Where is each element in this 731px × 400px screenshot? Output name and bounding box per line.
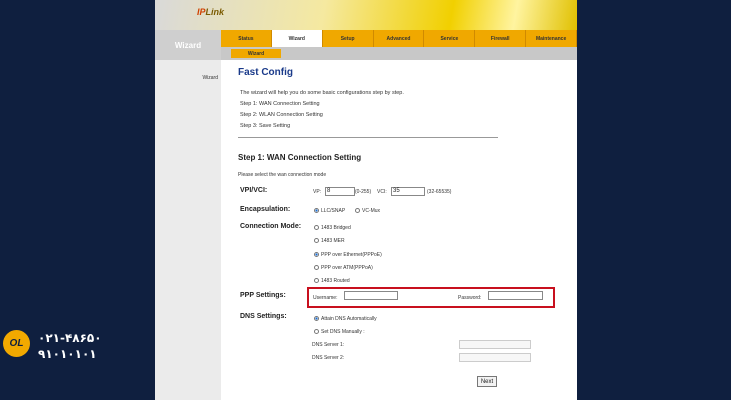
logo-text: Link [205, 7, 225, 17]
mode-mer-radio[interactable] [314, 238, 319, 243]
mode-routed-radio[interactable] [314, 278, 319, 283]
select-text: Please select the wan connection mode [238, 172, 327, 178]
company-logo: OL [3, 330, 30, 357]
phone-number-1: ۰۲۱-۴۸۶۵۰ [38, 331, 102, 345]
next-button[interactable]: Next [477, 376, 497, 387]
tab-setup[interactable]: Setup [323, 30, 374, 47]
intro-step1: Step 1: WAN Connection Setting [240, 101, 320, 107]
subtab-wizard[interactable]: Wizard [231, 49, 281, 58]
mode-bridged-radio[interactable] [314, 225, 319, 230]
tab-status[interactable]: Status [221, 30, 272, 47]
mode-pppoa-label: PPP over ATM(PPPoA) [321, 265, 373, 271]
dns-server2-input[interactable] [459, 353, 531, 362]
mode-routed-label: 1483 Routed [321, 278, 350, 284]
encapsulation-label: Encapsulation: [240, 206, 291, 213]
encap-vcmux-label: VC-Mux [362, 208, 381, 214]
router-panel: IPLink Wizard Wizard Status Wizard Setup… [155, 0, 577, 400]
encap-llc-radio[interactable] [314, 208, 319, 213]
mode-pppoe-radio[interactable] [314, 252, 319, 257]
main-nav: Status Wizard Setup Advanced Service Fir… [221, 30, 577, 47]
dns-server2-label: DNS Server 2: [312, 355, 345, 361]
mode-bridged-label: 1483 Bridged [321, 225, 351, 231]
intro-step2: Step 2: WLAN Connection Setting [240, 112, 323, 118]
logo-prefix: IP [197, 7, 206, 17]
vp-range: (0-255) [355, 189, 372, 195]
main-content: Fast Config The wizard will help you do … [221, 60, 577, 400]
ppp-settings-label: PPP Settings: [240, 292, 286, 299]
vci-input[interactable]: 35 [391, 187, 425, 196]
mode-pppoe-label: PPP over Ethernet(PPPoE) [321, 252, 382, 258]
dns-manual-label: Set DNS Manually : [321, 329, 365, 335]
dns-server1-input[interactable] [459, 340, 531, 349]
tab-advanced[interactable]: Advanced [374, 30, 425, 47]
brand-logo: IPLink [197, 7, 224, 17]
sidebar-title: Wizard [155, 30, 221, 60]
dns-auto-label: Attain DNS Automatically [321, 316, 377, 322]
mode-mer-label: 1483 MER [321, 238, 345, 244]
step-title: Step 1: WAN Connection Setting [238, 153, 362, 162]
tab-firewall[interactable]: Firewall [475, 30, 527, 47]
divider [238, 137, 498, 138]
intro-line: The wizard will help you do some basic c… [240, 90, 404, 96]
vpi-vci-label: VPI/VCI: [240, 187, 268, 194]
encap-vcmux-radio[interactable] [355, 208, 360, 213]
password-label: Password: [458, 295, 482, 301]
username-label: Username: [313, 295, 338, 301]
password-input[interactable] [488, 291, 543, 300]
dns-server1-label: DNS Server 1: [312, 342, 345, 348]
tab-wizard[interactable]: Wizard [271, 30, 323, 47]
sub-nav: Wizard [221, 47, 577, 60]
mode-pppoa-radio[interactable] [314, 265, 319, 270]
header-banner: IPLink [155, 0, 577, 30]
dns-manual-radio[interactable] [314, 329, 319, 334]
tab-maintenance[interactable]: Maintenance [526, 30, 577, 47]
intro-step3: Step 3: Save Setting [240, 123, 291, 129]
vci-label: VCI: [377, 189, 387, 195]
sidebar-item-wizard[interactable]: Wizard [202, 75, 218, 81]
sidebar: Wizard Wizard [155, 30, 221, 400]
vci-range: (32-65535) [427, 189, 452, 195]
connection-mode-label: Connection Mode: [240, 223, 302, 230]
dns-auto-radio[interactable] [314, 316, 319, 321]
encap-llc-label: LLC/SNAP [321, 208, 346, 214]
vp-input[interactable]: 8 [325, 187, 355, 196]
page-title: Fast Config [238, 67, 293, 78]
vp-label: VP: [313, 189, 322, 195]
phone-number-2: ۹۱۰۱۰۱۰۱ [38, 347, 97, 361]
username-input[interactable] [344, 291, 398, 300]
tab-service[interactable]: Service [424, 30, 476, 47]
dns-settings-label: DNS Settings: [240, 313, 287, 320]
